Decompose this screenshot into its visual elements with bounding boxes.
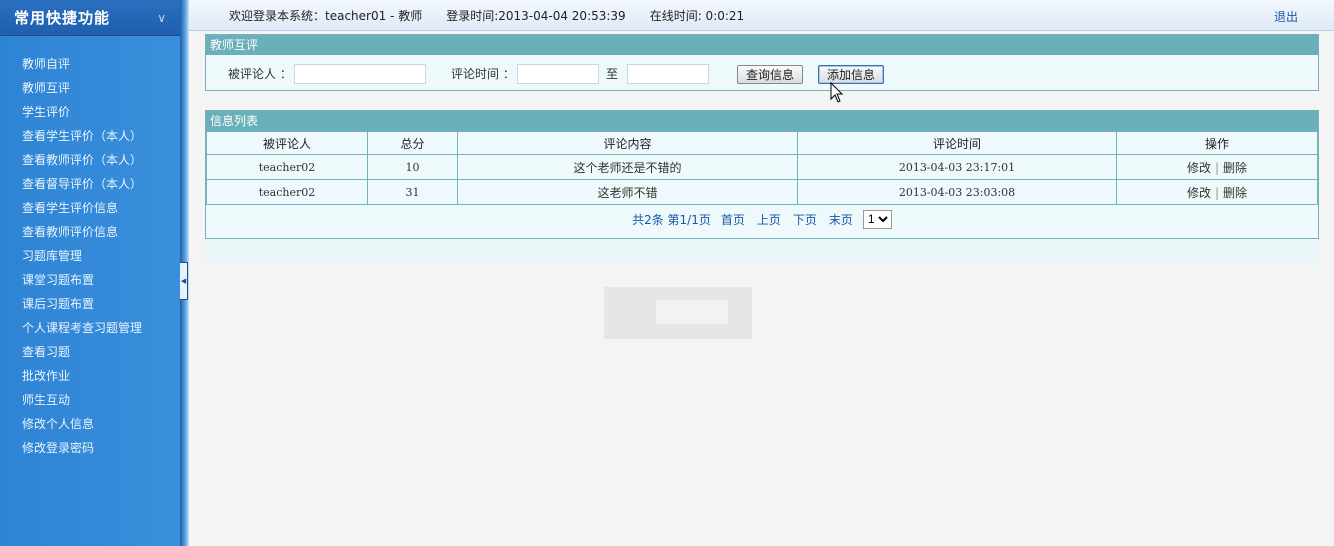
edit-link[interactable]: 修改 (1187, 161, 1211, 175)
top-bar: 欢迎登录本系统：teacher01 - 教师 登录时间:2013-04-04 2… (189, 0, 1334, 31)
cell-content: 这老师不错 (457, 179, 798, 205)
search-panel-title: 教师互评 (206, 35, 1318, 55)
online-time: 在线时间: 0:0:21 (649, 8, 745, 23)
add-button[interactable]: 添加信息 (818, 65, 885, 84)
sidebar-item-teacher-self-eval[interactable]: 教师自评 (0, 52, 180, 76)
evaluatee-label: 被评论人 ： (228, 67, 292, 81)
mouse-cursor-icon (830, 82, 844, 103)
sidebar-item-class-exercise[interactable]: 课堂习题布置 (0, 268, 180, 292)
sidebar-item-edit-profile[interactable]: 修改个人信息 (0, 412, 180, 436)
double-chevron-down-icon[interactable]: ∨︎ (157, 11, 166, 25)
sidebar-item-grade-homework[interactable]: 批改作业 (0, 364, 180, 388)
evaluatee-input[interactable] (294, 64, 426, 84)
pager: 共2条 第1/1页 首页 上页 下页 末页 1 (206, 205, 1318, 233)
sidebar-item-view-teacher-eval-info[interactable]: 查看教师评价信息 (0, 220, 180, 244)
list-panel: 信息列表 被评论人 总分 评论内容 评论时间 操作 teacher02 10 这… (205, 110, 1319, 239)
welcome-text: 欢迎登录本系统：teacher01 - 教师 (229, 8, 423, 23)
sidebar-title: 常用快捷功能 (14, 9, 111, 27)
background-band (205, 239, 1319, 265)
sidebar-item-teacher-peer-eval[interactable]: 教师互评 (0, 76, 180, 100)
action-separator: | (1214, 160, 1220, 175)
search-panel: 教师互评 被评论人 ： 评论时间 ： 至 查询信息 添加信息 (205, 34, 1319, 91)
to-label: 至 (606, 67, 619, 81)
comment-time-to-input[interactable] (627, 64, 709, 84)
sidebar-item-interaction[interactable]: 师生互动 (0, 388, 180, 412)
cell-actions: 修改 | 删除 (1116, 179, 1318, 205)
delete-link[interactable]: 删除 (1223, 186, 1247, 200)
last-page-link[interactable]: 末页 (829, 211, 853, 228)
cell-score: 31 (367, 179, 458, 205)
delete-link[interactable]: 删除 (1223, 161, 1247, 175)
sidebar-item-view-teacher-eval-self[interactable]: 查看教师评价（本人） (0, 148, 180, 172)
sidebar: 常用快捷功能 ∨︎ 教师自评 教师互评 学生评价 查看学生评价（本人） 查看教师… (0, 0, 180, 546)
column-header-evaluatee: 被评论人 (206, 131, 368, 155)
column-header-time: 评论时间 (797, 131, 1117, 155)
prev-page-link[interactable]: 上页 (757, 211, 781, 228)
cell-time: 2013-04-03 23:17:01 (797, 154, 1117, 180)
pager-info: 共2条 第1/1页 (632, 212, 711, 227)
action-separator: | (1214, 185, 1220, 200)
search-form: 被评论人 ： 评论时间 ： 至 查询信息 添加信息 (206, 55, 1318, 91)
sidebar-item-student-eval[interactable]: 学生评价 (0, 100, 180, 124)
logout-link[interactable]: 退出 (1274, 8, 1298, 25)
cell-score: 10 (367, 154, 458, 180)
cell-time: 2013-04-03 23:03:08 (797, 179, 1117, 205)
sidebar-item-view-student-eval-self[interactable]: 查看学生评价（本人） (0, 124, 180, 148)
cell-evaluatee: teacher02 (206, 179, 368, 205)
sidebar-item-exercise-bank[interactable]: 习题库管理 (0, 244, 180, 268)
page-select[interactable]: 1 (862, 209, 892, 229)
cell-evaluatee: teacher02 (206, 154, 368, 180)
sidebar-menu: 教师自评 教师互评 学生评价 查看学生评价（本人） 查看教师评价（本人） 查看督… (0, 36, 180, 460)
sidebar-item-course-exercise-mgmt[interactable]: 个人课程考查习题管理 (0, 316, 180, 340)
sidebar-item-view-student-eval-info[interactable]: 查看学生评价信息 (0, 196, 180, 220)
column-header-content: 评论内容 (457, 131, 798, 155)
table-row: teacher02 10 这个老师还是不错的 2013-04-03 23:17:… (206, 154, 1318, 180)
query-button[interactable]: 查询信息 (737, 65, 804, 84)
table-header-row: 被评论人 总分 评论内容 评论时间 操作 (206, 131, 1318, 155)
login-time: 登录时间:2013-04-04 20:53:39 (446, 8, 626, 23)
cell-actions: 修改 | 删除 (1116, 154, 1318, 180)
evaluation-table: 被评论人 总分 评论内容 评论时间 操作 teacher02 10 这个老师还是… (206, 131, 1318, 205)
sidebar-item-view-supervisor-eval-self[interactable]: 查看督导评价（本人） (0, 172, 180, 196)
column-header-actions: 操作 (1116, 131, 1318, 155)
column-header-score: 总分 (367, 131, 458, 155)
sidebar-item-change-password[interactable]: 修改登录密码 (0, 436, 180, 460)
cell-content: 这个老师还是不错的 (457, 154, 798, 180)
comment-time-label: 评论时间 ： (451, 67, 515, 81)
edit-link[interactable]: 修改 (1187, 186, 1211, 200)
comment-time-from-input[interactable] (517, 64, 599, 84)
next-page-link[interactable]: 下页 (793, 211, 817, 228)
first-page-link[interactable]: 首页 (721, 211, 745, 228)
sidebar-item-after-class-exercise[interactable]: 课后习题布置 (0, 292, 180, 316)
sidebar-toggle-icon[interactable]: ◀ (180, 262, 188, 300)
sidebar-header: 常用快捷功能 ∨︎ (0, 0, 180, 36)
list-panel-title: 信息列表 (206, 111, 1318, 131)
background-block-inner (656, 300, 728, 324)
table-row: teacher02 31 这老师不错 2013-04-03 23:03:08 修… (206, 179, 1318, 205)
sidebar-item-view-exercise[interactable]: 查看习题 (0, 340, 180, 364)
